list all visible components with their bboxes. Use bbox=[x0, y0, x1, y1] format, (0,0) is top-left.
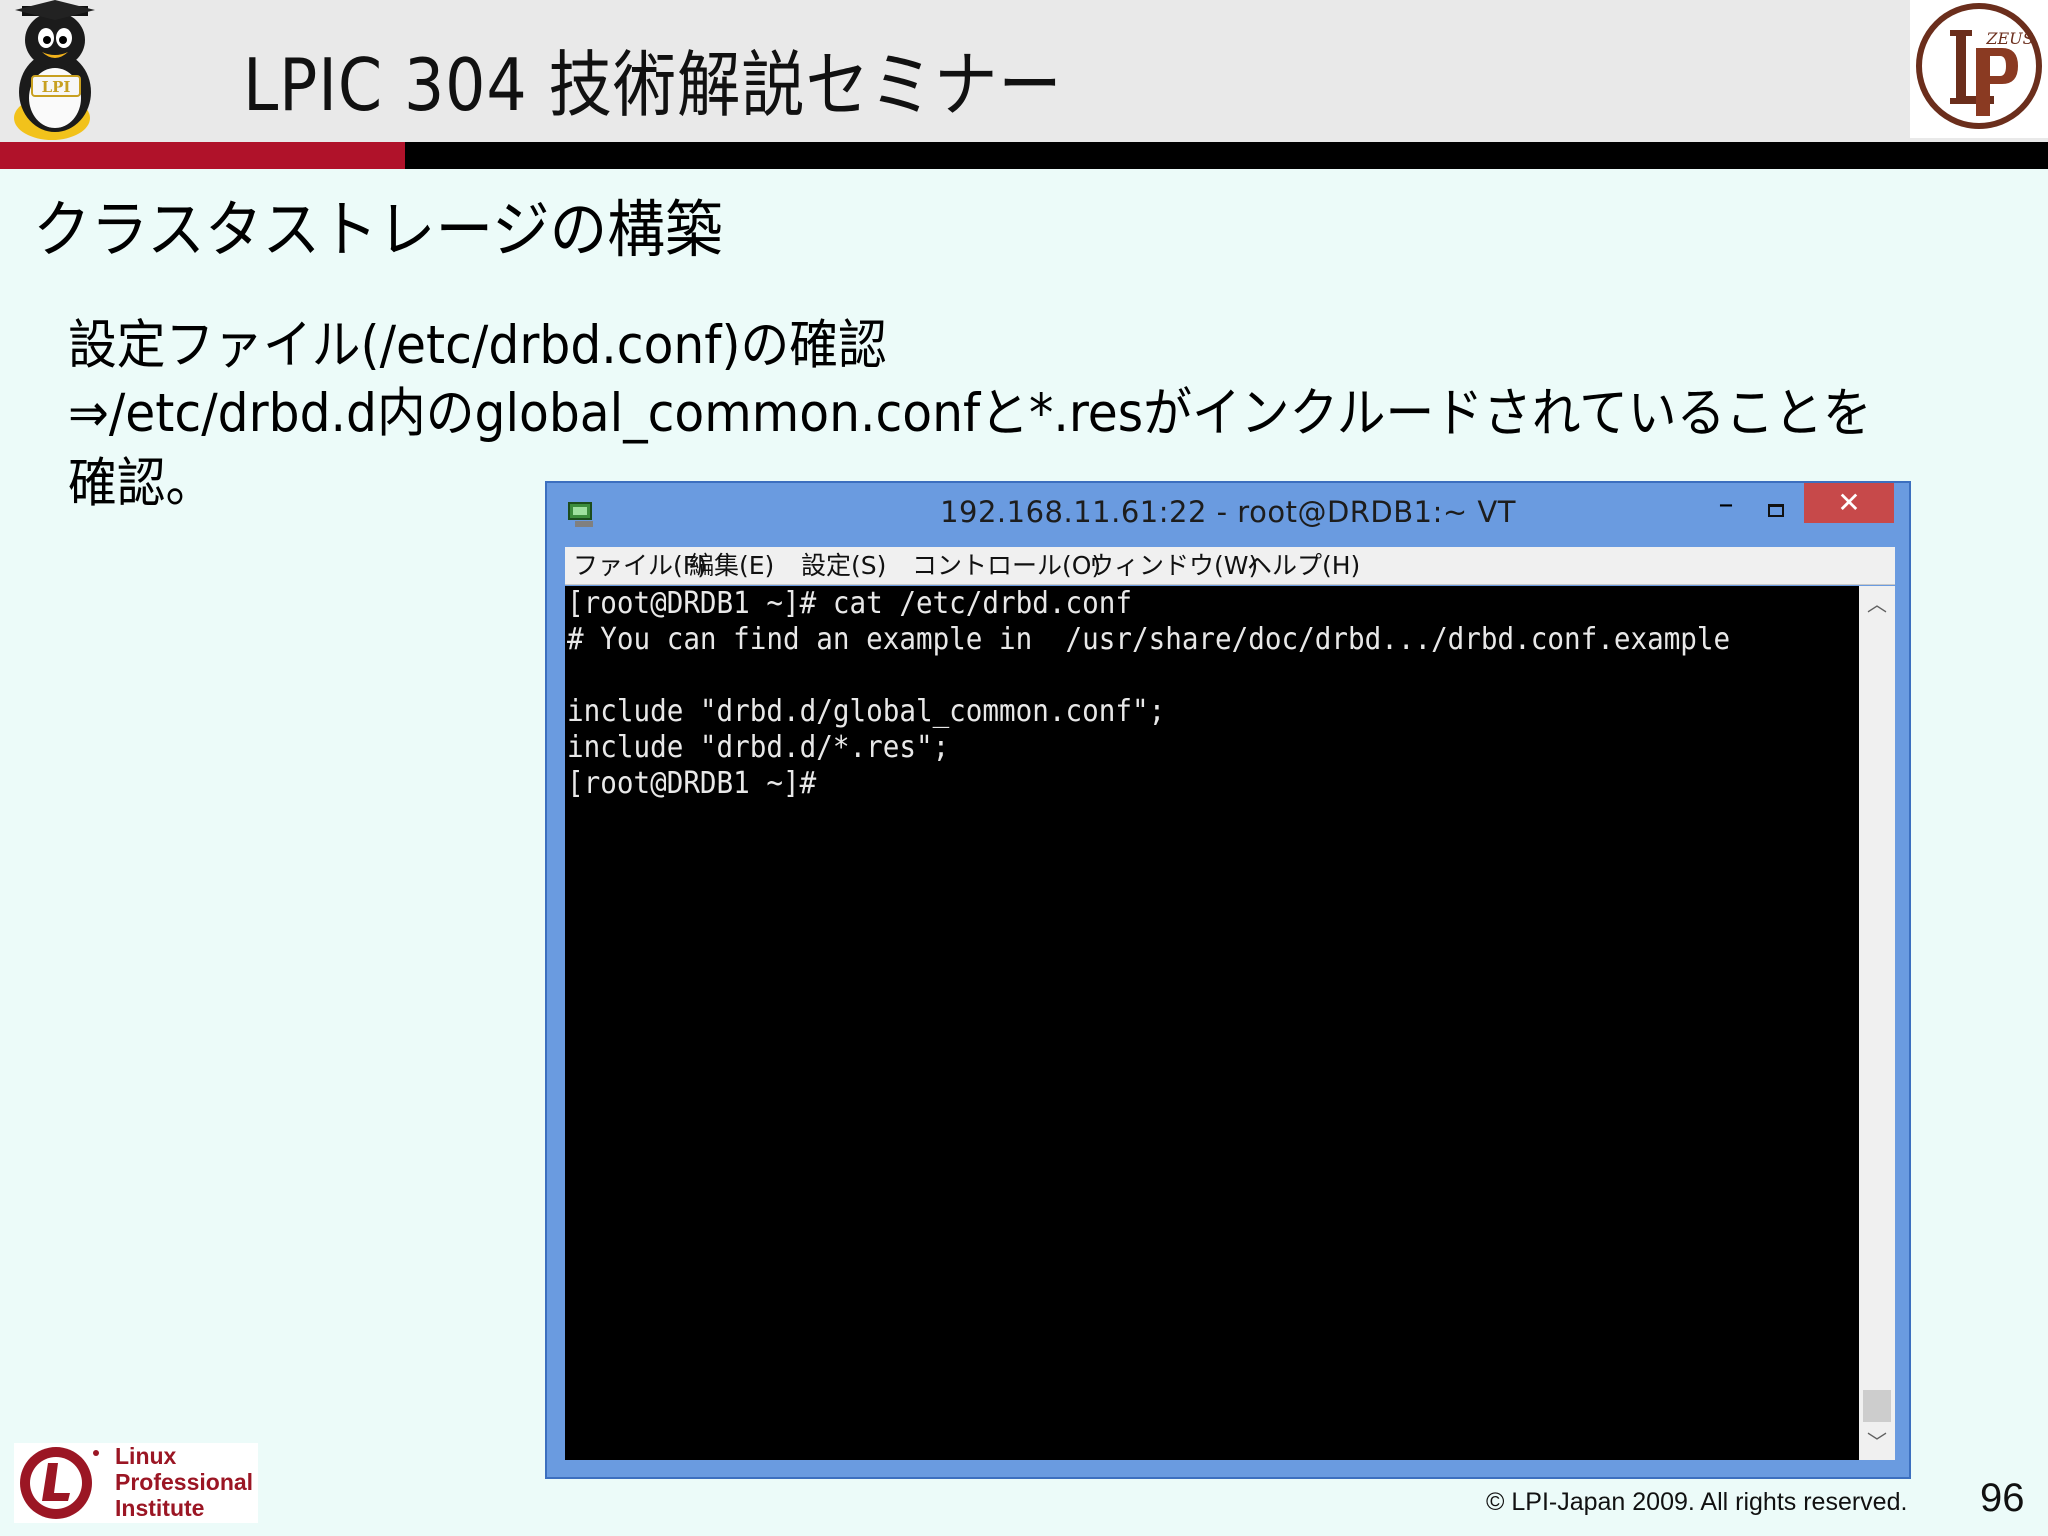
menu-file[interactable]: ファイル(F) bbox=[573, 550, 707, 582]
lpi-text-linux: Linux bbox=[115, 1443, 177, 1469]
body-line-1: 設定ファイル(/etc/drbd.conf)の確認 bbox=[68, 315, 887, 376]
terminal-line-4: include "drbd.d/global_common.conf"; bbox=[567, 694, 1166, 729]
body-line-2: ⇒/etc/drbd.d内のglobal_common.confと*.resがイ… bbox=[68, 383, 1872, 444]
scroll-down-button[interactable]: ﹀ bbox=[1859, 1424, 1895, 1460]
lpi-penguin-mascot-logo: LPI bbox=[0, 0, 112, 142]
vertical-scrollbar[interactable]: ︿ ﹀ bbox=[1859, 586, 1895, 1460]
lp-zeus-logo: ZEUS bbox=[1910, 0, 2048, 138]
window-titlebar[interactable]: 192.168.11.61:22 - root@DRDB1:~ VT – ✕ bbox=[547, 483, 1909, 547]
svg-text:ZEUS: ZEUS bbox=[1985, 29, 2033, 48]
terminal-output[interactable]: [root@DRDB1 ~]# cat /etc/drbd.conf # You… bbox=[565, 586, 1859, 1460]
menu-window[interactable]: ウィンドウ(W) bbox=[1089, 550, 1258, 582]
maximize-icon bbox=[1768, 504, 1784, 517]
svg-text:LPI: LPI bbox=[42, 78, 71, 96]
close-button[interactable]: ✕ bbox=[1804, 483, 1894, 523]
menu-control[interactable]: コントロール(O) bbox=[912, 550, 1101, 582]
menu-help[interactable]: ヘルプ(H) bbox=[1247, 550, 1360, 582]
scroll-thumb[interactable] bbox=[1863, 1390, 1891, 1422]
body-line-3: 確認。 bbox=[68, 453, 215, 514]
menu-edit[interactable]: 編集(E) bbox=[689, 550, 774, 582]
terminal-line-2: # You can find an example in /usr/share/… bbox=[567, 622, 1731, 657]
slide-title: クラスタストレージの構築 bbox=[33, 193, 723, 266]
page-number: 96 bbox=[1980, 1476, 2025, 1520]
lpi-logo-text: Linux Professional Institute bbox=[115, 1443, 253, 1521]
header-accent-bar-red bbox=[0, 142, 405, 169]
terminal-line-5: include "drbd.d/*.res"; bbox=[567, 730, 950, 765]
lpi-text-professional: Professional bbox=[115, 1469, 254, 1495]
slide-header: LPI LPIC 304 技術解説セミナー ZEUS bbox=[0, 0, 2048, 142]
deck-title: LPIC 304 技術解説セミナー bbox=[243, 43, 1063, 127]
menu-setup[interactable]: 設定(S) bbox=[801, 550, 886, 582]
lpi-logo: Linux Professional Institute bbox=[14, 1443, 258, 1523]
lpi-text-institute: Institute bbox=[115, 1495, 205, 1521]
terminal-line-1: [root@DRDB1 ~]# cat /etc/drbd.conf bbox=[567, 586, 1132, 621]
maximize-button[interactable] bbox=[1751, 491, 1801, 531]
minimize-button[interactable]: – bbox=[1701, 490, 1751, 531]
teraterm-window: 192.168.11.61:22 - root@DRDB1:~ VT – ✕ フ… bbox=[545, 481, 1911, 1479]
header-accent-bar-black bbox=[405, 142, 2048, 169]
scroll-up-button[interactable]: ︿ bbox=[1859, 586, 1895, 622]
terminal-line-6: [root@DRDB1 ~]# bbox=[567, 766, 817, 801]
copyright-notice: © LPI-Japan 2009. All rights reserved. bbox=[1486, 1488, 1908, 1516]
menu-bar: ファイル(F) 編集(E) 設定(S) コントロール(O) ウィンドウ(W) ヘ… bbox=[565, 547, 1895, 585]
